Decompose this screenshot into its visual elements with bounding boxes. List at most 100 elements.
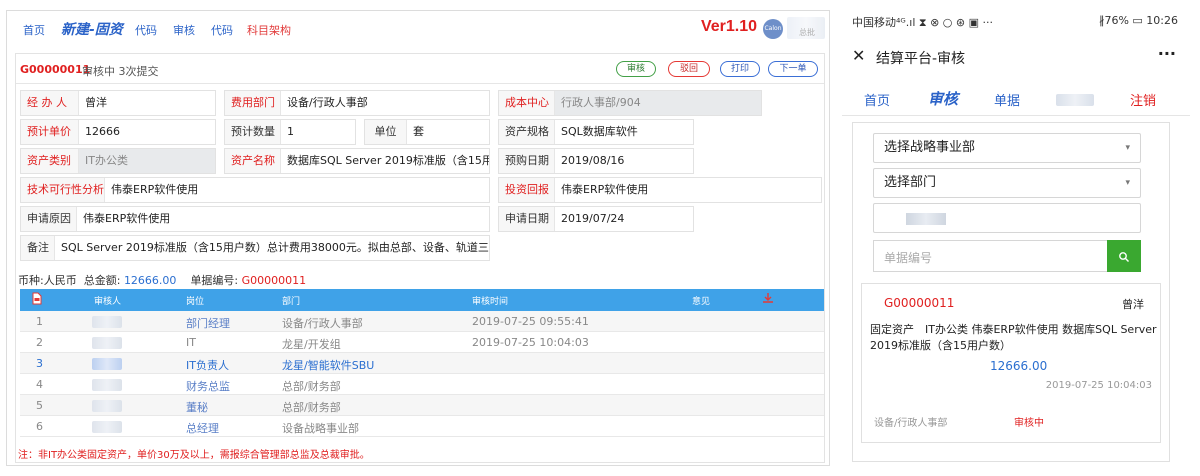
applicant-input[interactable] [873,203,1141,233]
row-time: 2019-07-25 10:04:03 [472,336,589,349]
tab-user-blurred[interactable] [1056,94,1094,106]
card-time: 2019-07-25 10:04:03 [1045,380,1152,391]
row-post: IT [186,336,196,349]
col-opinion: 意见 [692,297,711,307]
table-row[interactable]: 6 总经理 设备战略事业部 [20,416,824,437]
mobile-panel: 中国移动⁴ᴳ.ıl ⧗ ⊗ ○ ⊛ ▣ ··· ∦76% ▭ 10:26 ✕ 结… [842,10,1190,468]
next-bill-button[interactable]: 下一单 [768,61,818,77]
unit-price-value[interactable]: 12666 [79,120,215,144]
apply-date-label: 申请日期 [499,207,555,231]
close-icon[interactable]: ✕ [852,46,865,65]
reviewer-blurred [92,378,122,391]
print-button[interactable]: 打印 [720,61,760,77]
apply-date-value[interactable]: 2019/07/24 [555,207,693,231]
col-reviewer: 审核人 [94,297,122,307]
nav-code[interactable]: 代码 [135,22,157,38]
download-icon[interactable] [762,292,774,307]
reason-field: 申请原因 伟泰ERP软件使用 [20,206,490,232]
remark-value[interactable]: SQL Server 2019标准版（含15用户数）总计费用38000元。拟由总… [55,236,489,260]
col-time: 审核时间 [472,297,509,307]
department-select-value: 选择部门 [884,175,937,190]
nav-home[interactable]: 首页 [23,22,45,38]
reason-value[interactable]: 伟泰ERP软件使用 [77,207,489,231]
filter-panel: 选择战略事业部 ▾ 选择部门 ▾ 单据编号 G00000011 曾洋 固定资产 … [852,122,1170,462]
tab-logout[interactable]: 注销 [1130,90,1156,109]
nav-subject-structure[interactable]: 科目架构 [247,22,291,38]
table-row[interactable]: 5 董秘 总部/财务部 [20,395,824,416]
reject-button[interactable]: 驳回 [668,61,710,77]
division-select[interactable]: 选择战略事业部 ▾ [873,133,1141,163]
category-label: 资产类别 [21,149,79,173]
expense-dept-value[interactable]: 设备/行政人事部 [281,91,489,115]
bill-header: G00000011 审核中 3次提交 审核 驳回 打印 下一单 [16,54,824,84]
expense-dept-label: 费用部门 [225,91,281,115]
feasibility-value[interactable]: 伟泰ERP软件使用 [105,178,489,202]
search-icon[interactable] [1107,240,1141,272]
card-applicant: 曾洋 [1122,298,1144,311]
mobile-nav: 首页 审核 单据 注销 [842,82,1190,116]
table-row[interactable]: 1 部门经理 设备/行政人事部 2019-07-25 09:55:41 [20,311,824,332]
spec-value[interactable]: SQL数据库软件 [555,120,693,144]
avatar[interactable]: Calon [763,19,783,39]
approve-button[interactable]: 审核 [616,61,656,77]
row-post: 部门经理 [186,317,230,330]
spec-label: 资产规格 [499,120,555,144]
table-row[interactable]: 4 财务总监 总部/财务部 [20,374,824,395]
row-dept: 设备战略事业部 [282,422,359,435]
chevron-down-icon: ▾ [1125,178,1130,188]
apply-date-field: 申请日期 2019/07/24 [498,206,694,232]
handler-value[interactable]: 曾洋 [79,91,215,115]
row-dept: 总部/财务部 [282,380,341,393]
user-suffix: 总批 [799,28,815,37]
unit-value[interactable]: 套 [407,120,489,144]
investment-return-value[interactable]: 伟泰ERP软件使用 [555,178,821,202]
remark-label: 备注 [21,236,55,260]
card-amount: 12666.00 [990,359,1048,373]
desktop-panel: 首页 新建-固资 代码 审核 代码 科目架构 Ver1.10 Calon 总批 … [6,10,830,466]
investment-return-field: 投资回报 伟泰ERP软件使用 [498,177,822,203]
row-post: IT负责人 [186,359,229,372]
asset-name-value[interactable]: 数据库SQL Server 2019标准版（含15用户 [281,149,489,173]
purchase-date-value[interactable]: 2019/08/16 [555,149,693,173]
unit-price-field: 预计单价 12666 [20,119,216,145]
more-icon[interactable]: ··· [1158,44,1176,63]
currency-text: 币种:人民币 [18,274,77,287]
card-status: 审核中 [1014,418,1044,429]
bill-number-value: G00000011 [241,274,307,287]
department-select[interactable]: 选择部门 ▾ [873,168,1141,198]
tab-review[interactable]: 审核 [928,88,958,109]
bill-state: 审核中 3次提交 [82,65,159,78]
row-index: 4 [36,378,43,391]
cost-center-field: 成本中心 行政人事部/904 [498,90,762,116]
reviewer-blurred [92,420,122,433]
nav-review[interactable]: 审核 [173,22,195,38]
user-name-blurred: 总批 [787,17,825,39]
status-bar: 中国移动⁴ᴳ.ıl ⧗ ⊗ ○ ⊛ ▣ ··· ∦76% ▭ 10:26 [842,10,1190,32]
card-bill-number: G00000011 [884,296,955,310]
quantity-value[interactable]: 1 [281,120,355,144]
tab-bill[interactable]: 单据 [994,90,1020,109]
card-description: 固定资产 IT办公类 伟泰ERP软件使用 数据库SQL Server 2019标… [870,323,1157,352]
pdf-icon[interactable] [32,292,42,308]
table-row[interactable]: 3 IT负责人 龙星/智能软件SBU [20,353,824,374]
unit-price-label: 预计单价 [21,120,79,144]
nav-brand[interactable]: 新建-固资 [61,19,123,39]
title-bar: ✕ 结算平台-审核 ··· [842,40,1190,74]
row-index: 1 [36,315,43,328]
unit-label: 单位 [365,120,407,144]
bill-number-label: 单据编号: [190,274,239,287]
search-input[interactable]: 单据编号 [884,249,932,266]
bill-card[interactable]: G00000011 曾洋 固定资产 IT办公类 伟泰ERP软件使用 数据库SQL… [861,283,1161,443]
nav-code-2[interactable]: 代码 [211,22,233,38]
row-dept: 总部/财务部 [282,401,341,414]
feasibility-label: 技术可行性分析 [21,178,105,202]
row-post: 财务总监 [186,380,230,393]
row-dept: 龙星/开发组 [282,338,341,351]
cost-center-label: 成本中心 [499,91,555,115]
investment-return-label: 投资回报 [499,178,555,202]
row-dept: 龙星/智能软件SBU [282,359,375,372]
row-index: 3 [36,357,43,370]
asset-name-field: 资产名称 数据库SQL Server 2019标准版（含15用户 [224,148,490,174]
table-row[interactable]: 2 IT 龙星/开发组 2019-07-25 10:04:03 [20,332,824,353]
tab-home[interactable]: 首页 [864,90,890,109]
